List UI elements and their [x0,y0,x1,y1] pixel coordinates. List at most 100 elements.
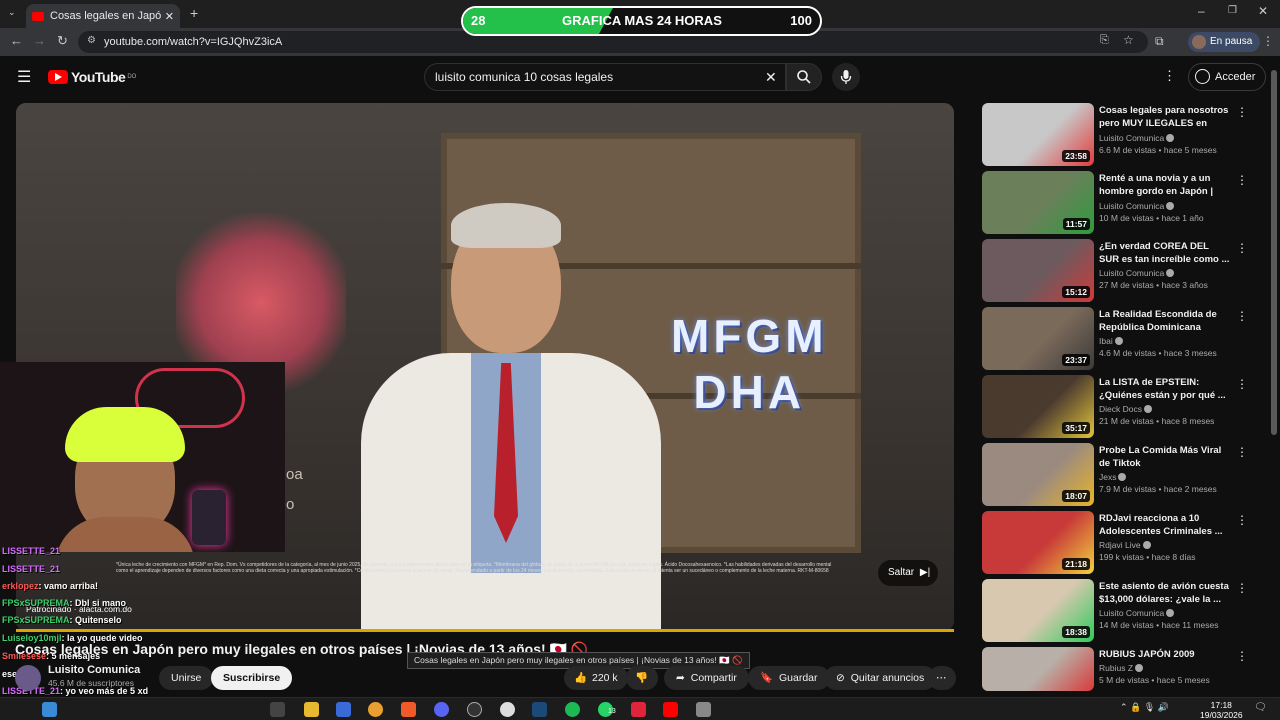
calculator-icon[interactable] [336,702,351,717]
voice-search-button[interactable] [832,63,860,91]
recommended-title[interactable]: RDJavi reacciona a 10 Adolescentes Crimi… [1099,512,1231,538]
browser-menu-icon[interactable]: ⋮ [1262,34,1274,48]
restore-icon[interactable]: ❐ [1228,5,1237,16]
discord-icon[interactable] [434,702,449,717]
recommended-channel[interactable]: Ibai [1099,336,1231,346]
steam-icon[interactable] [532,702,547,717]
close-tab-icon[interactable]: ✕ [165,10,174,23]
forward-icon[interactable]: → [33,33,46,48]
spotify-icon[interactable] [565,702,580,717]
windows-start-icon[interactable] [42,702,57,717]
bookmark-star-icon[interactable]: ☆ [1123,33,1134,47]
recommended-title[interactable]: Probe La Comida Más Viral de Tiktok [1099,444,1231,470]
system-tray-icons[interactable]: ⌃ 🔒 🎙 🔊 [1120,702,1169,713]
profile-paused-button[interactable]: En pausa [1188,32,1261,52]
more-options-icon[interactable]: ⋮ [1236,581,1248,595]
system-clock[interactable]: 17:18 19/03/2026 [1200,700,1243,720]
skip-ad-button[interactable]: Saltar ▶| [878,560,938,586]
video-thumbnail[interactable]: 11:57 [982,171,1094,234]
channel-info[interactable]: Luisito Comunica 45.6 M de suscriptores [48,664,140,688]
channel-avatar[interactable] [15,665,41,691]
recommended-title[interactable]: ¿En verdad COREA DEL SUR es tan increíbl… [1099,240,1231,266]
more-options-icon[interactable]: ⋮ [1236,173,1248,187]
remove-ads-button[interactable]: ⊘ Quitar anuncios [824,666,937,690]
recommended-video[interactable]: 18:38 Este asiento de avión cuesta $13,00… [982,579,1262,643]
recommended-video[interactable]: 23:58 Cosas legales para nosotros pero MU… [982,103,1262,167]
new-tab-icon[interactable]: + [190,5,198,21]
more-options-icon[interactable]: ⋮ [1236,513,1248,527]
back-icon[interactable]: ← [10,33,23,48]
more-options-icon[interactable]: ⋮ [1236,445,1248,459]
video-thumbnail[interactable]: 23:37 [982,307,1094,370]
recommended-title[interactable]: La LISTA de EPSTEIN: ¿Quiénes están y po… [1099,376,1231,402]
video-thumbnail[interactable] [982,647,1094,691]
install-app-icon[interactable]: ⎘ [1100,34,1109,47]
recommended-channel[interactable]: Luisito Comunica [1099,133,1231,143]
video-thumbnail[interactable]: 21:18 [982,511,1094,574]
site-info-icon[interactable]: ⚙ [87,35,96,46]
minimize-icon[interactable]: – [1198,4,1205,18]
ad-progress-bar[interactable] [16,629,954,632]
file-explorer-icon[interactable] [304,702,319,717]
tab-search-icon[interactable]: ⌄ [8,7,16,18]
close-window-icon[interactable]: ✕ [1258,4,1268,18]
more-options-icon[interactable]: ⋮ [1236,241,1248,255]
recommended-title[interactable]: Renté a una novia y a un hombre gordo en… [1099,172,1231,199]
obs-icon[interactable] [467,702,482,717]
more-options-icon[interactable]: ⋮ [1236,649,1248,663]
recommended-channel[interactable]: Luisito Comunica [1099,201,1231,211]
recommended-video[interactable]: 21:18 RDJavi reacciona a 10 Adolescentes … [982,511,1262,575]
subscribe-button[interactable]: Suscribirse [211,666,293,690]
more-options-icon[interactable]: ⋮ [1236,309,1248,323]
video-thumbnail[interactable]: 23:58 [982,103,1094,166]
recommended-video[interactable]: 11:57 Renté a una novia y a un hombre gor… [982,171,1262,235]
sign-in-button[interactable]: Acceder [1188,63,1267,91]
video-thumbnail[interactable]: 18:38 [982,579,1094,642]
share-button[interactable]: ➦ Compartir [664,666,749,690]
recommended-video[interactable]: 18:07 Probe La Comida Más Viral de Tiktok… [982,443,1262,507]
page-scrollbar[interactable] [1271,70,1277,435]
opera-icon[interactable] [631,702,646,717]
recommended-video[interactable]: 35:17 La LISTA de EPSTEIN: ¿Quiénes están… [982,375,1262,439]
recommended-channel[interactable]: Rdjavi Live [1099,540,1231,550]
app-icon[interactable] [500,702,515,717]
save-button[interactable]: 🔖 Guardar [748,666,830,690]
video-thumbnail[interactable]: 35:17 [982,375,1094,438]
recommended-channel[interactable]: Luisito Comunica [1099,268,1231,278]
youtube-app-icon[interactable] [663,702,678,717]
recommended-video[interactable]: 23:37 La Realidad Escondida de República … [982,307,1262,371]
more-actions-button[interactable]: ⋯ [928,666,956,690]
youtube-logo[interactable]: YouTube DO [48,69,136,85]
reload-icon[interactable]: ↻ [57,33,68,49]
task-view-icon[interactable] [270,702,285,717]
notifications-icon[interactable]: 🗨 [1254,702,1267,713]
recommended-channel[interactable]: Luisito Comunica [1099,608,1231,618]
recommended-title[interactable]: Cosas legales para nosotros pero MUY ILE… [1099,104,1231,131]
search-input[interactable]: luisito comunica 10 cosas legales ✕ [424,63,786,91]
recommended-title[interactable]: La Realidad Escondida de República Domin… [1099,308,1231,334]
brave-icon[interactable] [401,702,416,717]
recommended-channel[interactable]: Jexs [1099,472,1231,482]
save-label: Guardar [779,672,818,684]
settings-menu-icon[interactable]: ⋮ [1163,68,1176,84]
browser-tab[interactable]: Cosas legales en Japón pero m ✕ [26,4,180,28]
recommended-title[interactable]: RUBIUS JAPÓN 2009 [1099,648,1231,661]
join-button[interactable]: Unirse [159,666,214,690]
more-options-icon[interactable]: ⋮ [1236,105,1248,119]
video-thumbnail[interactable]: 18:07 [982,443,1094,506]
extensions-icon[interactable]: ⧉ [1155,34,1164,49]
recommended-title[interactable]: Este asiento de avión cuesta $13,000 dól… [1099,580,1231,606]
menu-icon[interactable]: ☰ [17,67,31,87]
dislike-button[interactable]: 👎 [626,666,658,690]
url-text: youtube.com/watch?v=IGJQhvZ3icA [104,36,283,48]
clear-search-icon[interactable]: ✕ [765,64,777,90]
search-button[interactable] [786,63,822,91]
recommended-channel[interactable]: Dieck Docs [1099,404,1231,414]
like-button[interactable]: 👍 220 k [564,666,628,690]
video-thumbnail[interactable]: 15:12 [982,239,1094,302]
app-window-icon[interactable] [696,702,711,717]
recommended-channel[interactable]: Rubius Z [1099,663,1231,673]
chrome-icon[interactable] [368,702,383,717]
more-options-icon[interactable]: ⋮ [1236,377,1248,391]
recommended-video[interactable]: 15:12 ¿En verdad COREA DEL SUR es tan inc… [982,239,1262,303]
